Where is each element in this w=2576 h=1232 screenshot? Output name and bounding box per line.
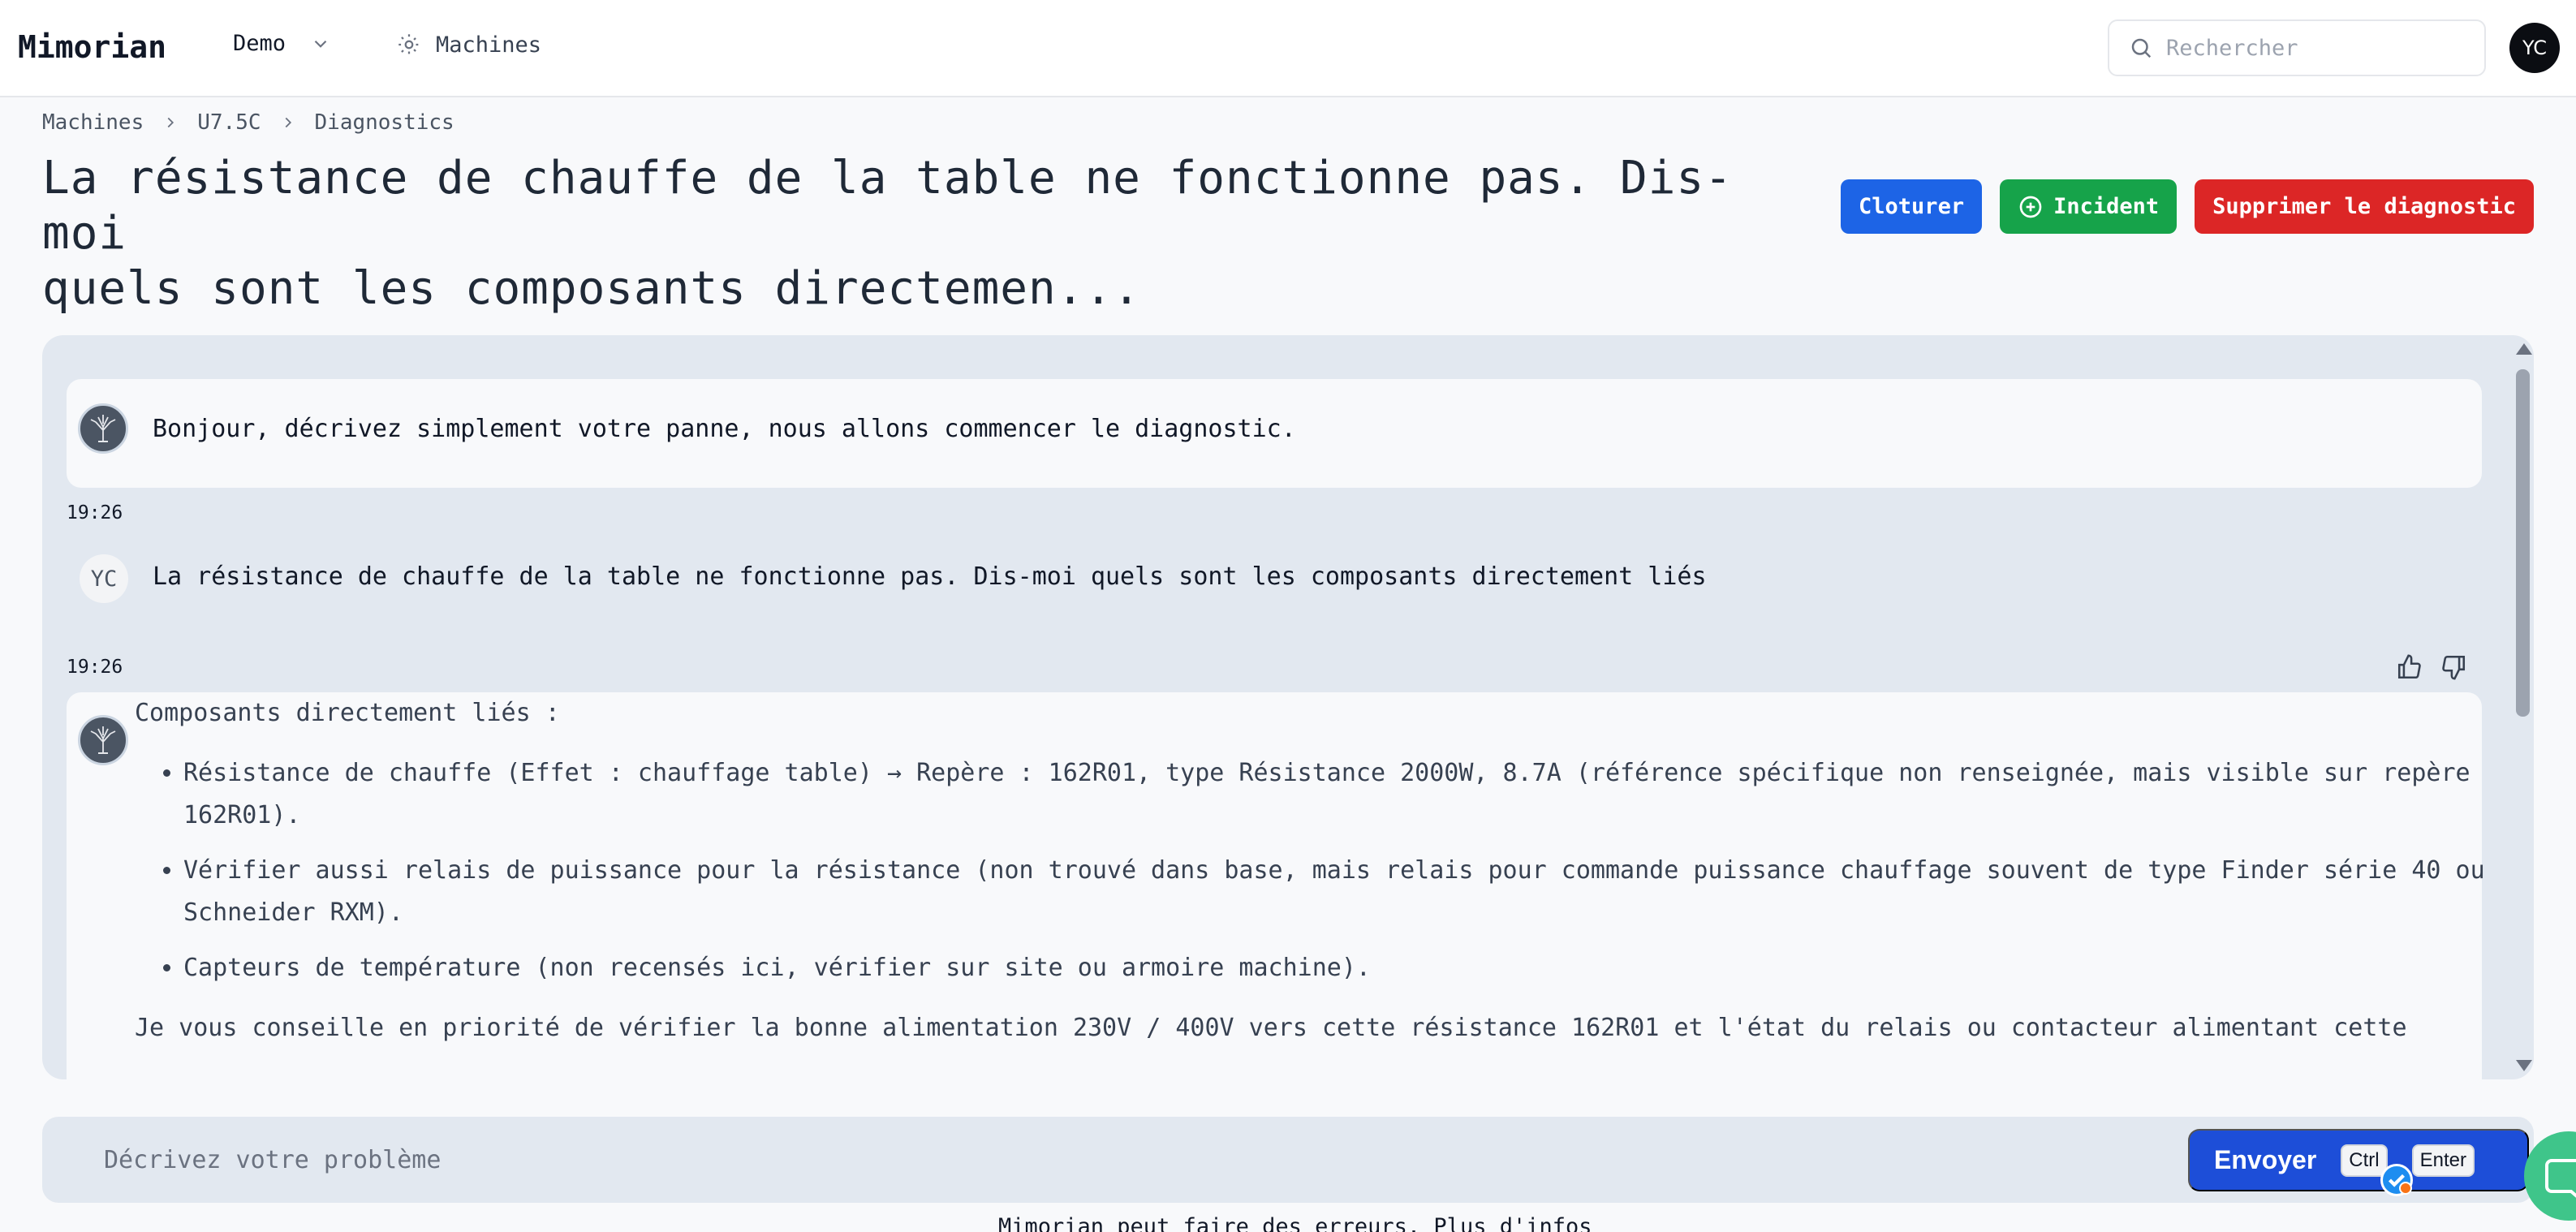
close-diagnostic-button[interactable]: Cloturer — [1841, 179, 1983, 234]
reply-list: Résistance de chauffe (Effet : chauffage… — [135, 752, 2488, 989]
footer-disclaimer[interactable]: Mimorian peut faire des erreurs. Plus d'… — [998, 1214, 1592, 1232]
search-icon — [2131, 38, 2152, 58]
thumbs-up-icon[interactable] — [2396, 653, 2423, 681]
user-message-avatar: YC — [80, 554, 128, 603]
scroll-down-arrow[interactable] — [2516, 1060, 2532, 1071]
incident-label: Incident — [2053, 194, 2160, 219]
scroll-thumb[interactable] — [2516, 369, 2530, 717]
tree-logo-icon — [90, 726, 116, 754]
tree-logo-icon — [90, 415, 116, 442]
breadcrumb-machines[interactable]: Machines — [42, 110, 144, 135]
breadcrumb-diagnostics[interactable]: Diagnostics — [315, 110, 454, 135]
problem-input[interactable] — [104, 1141, 2052, 1178]
composer — [42, 1117, 2534, 1203]
user-message-text: La résistance de chauffe de la table ne … — [153, 562, 1707, 591]
reply-heading: Composants directement liés : — [135, 699, 560, 727]
page-title-line-1: La résistance de chauffe de la table ne … — [42, 152, 1733, 260]
plus-circle-icon — [2019, 196, 2042, 218]
kbd-ctrl: Ctrl — [2341, 1144, 2388, 1177]
chat-bubble-icon — [2545, 1159, 2576, 1198]
search-box[interactable] — [2108, 19, 2486, 76]
send-label: Envoyer — [2214, 1145, 2317, 1174]
user-avatar[interactable]: YC — [2509, 23, 2560, 73]
machine-icon — [398, 34, 420, 55]
nav-machines-label: Machines — [436, 32, 542, 58]
app-logo[interactable]: Mimorian — [18, 29, 166, 65]
page-title-line-2: quels sont les composants directemen... — [42, 262, 1141, 315]
delete-label: Supprimer le diagnostic — [2212, 194, 2516, 219]
chat-panel[interactable]: Bonjour, décrivez simplement votre panne… — [42, 335, 2534, 1079]
scroll-up-arrow[interactable] — [2516, 343, 2532, 355]
bot-avatar — [78, 403, 128, 454]
reply-list-item: Capteurs de température (non recensés ic… — [183, 947, 2488, 989]
workspace-label: Demo — [233, 31, 286, 56]
chevron-right-icon — [285, 117, 291, 128]
help-chat-button[interactable] — [2524, 1131, 2576, 1221]
workspace-selector[interactable]: Demo — [233, 31, 331, 56]
reply-list-item: Résistance de chauffe (Effet : chauffage… — [183, 752, 2488, 837]
delete-diagnostic-button[interactable]: Supprimer le diagnostic — [2195, 179, 2534, 234]
chat-scrollbar[interactable] — [2511, 335, 2534, 1079]
bot-avatar — [78, 715, 128, 765]
close-label: Cloturer — [1859, 194, 1965, 219]
breadcrumb-machine[interactable]: U7.5C — [197, 110, 261, 135]
reply-paragraph: Je vous conseille en priorité de vérifie… — [135, 1014, 2407, 1042]
bot-greeting-text: Bonjour, décrivez simplement votre panne… — [153, 415, 1296, 443]
action-buttons: Cloturer Incident Supprimer le diagnosti… — [1841, 179, 2534, 234]
bot-reply: Composants directement liés : Résistance… — [67, 692, 2485, 1079]
kbd-enter: Enter — [2411, 1144, 2475, 1177]
message-time: 19:26 — [67, 502, 123, 523]
bot-message: Bonjour, décrivez simplement votre panne… — [67, 379, 2482, 488]
breadcrumb: Machines U7.5C Diagnostics — [42, 110, 454, 135]
reply-list-item: Vérifier aussi relais de puissance pour … — [183, 850, 2488, 934]
notification-dot — [2399, 1182, 2412, 1195]
nav-machines[interactable]: Machines — [395, 31, 541, 58]
search-input[interactable] — [2166, 35, 2475, 61]
top-bar: Mimorian Demo Machines YC — [0, 0, 2576, 97]
incident-button[interactable]: Incident — [2000, 179, 2178, 234]
page-title: La résistance de chauffe de la table ne … — [42, 151, 1779, 317]
chevron-right-icon — [167, 117, 174, 128]
send-button[interactable]: Envoyer Ctrl Enter — [2188, 1129, 2529, 1191]
message-time: 19:26 — [67, 657, 123, 678]
thumbs-down-icon[interactable] — [2440, 653, 2467, 681]
bot-reply-body: Composants directement liés : Résistance… — [135, 692, 2488, 1049]
chevron-down-icon — [314, 40, 327, 48]
